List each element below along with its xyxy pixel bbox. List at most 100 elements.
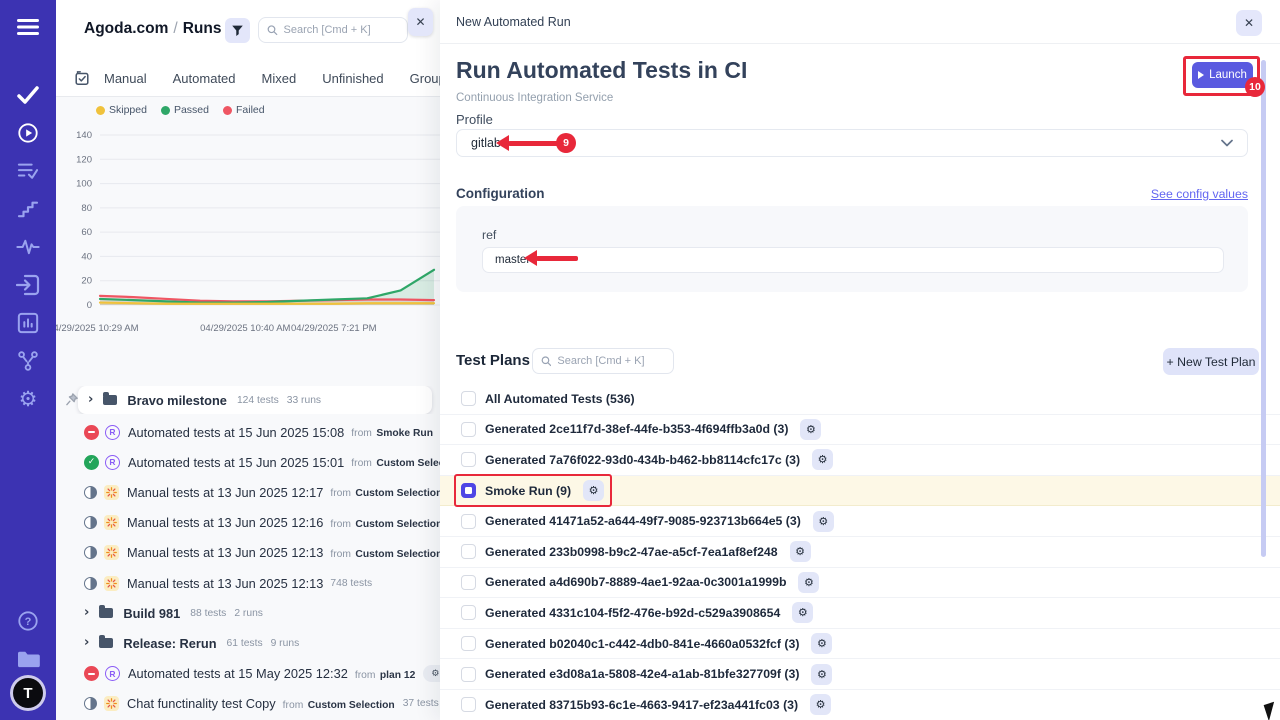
test-plan-row[interactable]: Generated 83715b93-6c1e-4663-9417-ef23a4… [440,690,1280,720]
run-title[interactable]: Chat functinality test Copy [127,696,276,711]
test-plan-label[interactable]: Generated 233b0998-b9c2-47ae-a5cf-7ea1af… [485,545,778,559]
folder-row-content[interactable]: › Build 981 88 tests 2 runs [84,606,271,621]
run-title[interactable]: Manual tests at 13 Jun 2025 12:13 [127,576,323,591]
test-plan-checkbox[interactable] [461,514,476,529]
test-plan-label[interactable]: Generated 4331c104-f5f2-476e-b92d-c529a3… [485,606,780,620]
breadcrumb-project[interactable]: Agoda.com [84,20,168,37]
run-title[interactable]: Manual tests at 13 Jun 2025 12:17 [127,485,323,500]
test-plan-label[interactable]: Generated a4d690b7-8889-4ae1-92aa-0c3001… [485,575,786,589]
profile-select[interactable]: gitlab [456,129,1248,157]
test-plan-row[interactable]: Generated 41471a52-a644-49f7-9085-923713… [440,506,1280,537]
chevron-right-icon[interactable]: › [88,392,93,407]
gear-icon[interactable]: ⚙ [798,572,819,593]
run-title[interactable]: Manual tests at 13 Jun 2025 12:16 [127,515,323,530]
tab[interactable]: Automated [173,71,236,86]
test-plan-checkbox[interactable] [461,422,476,437]
test-plan-checkbox[interactable] [461,483,476,498]
branches-icon[interactable] [0,342,56,380]
gear-icon[interactable]: ⚙ [583,480,604,501]
check-icon[interactable] [0,76,56,114]
gear-icon[interactable]: ⚙ [812,449,833,470]
chevron-right-icon[interactable]: › [84,605,89,620]
test-plan-label[interactable]: Smoke Run (9) [485,484,571,498]
run-row-content[interactable]: R Automated tests at 15 May 2025 12:32 f… [84,665,440,683]
runs-panel-close-button[interactable]: ✕ [408,8,433,36]
run-row[interactable]: Manual tests at 13 Jun 2025 12:17 from C… [56,477,440,507]
ref-input[interactable] [482,247,1224,273]
tab[interactable]: Mixed [262,71,297,86]
runs-search-input[interactable] [284,24,400,36]
test-plan-row[interactable]: Generated b02040c1-c442-4db0-841e-4660a0… [440,629,1280,660]
test-plan-row[interactable]: All Automated Tests (536) [440,384,1280,415]
test-plan-row[interactable]: Generated 233b0998-b9c2-47ae-a5cf-7ea1af… [440,537,1280,568]
run-title[interactable]: Automated tests at 15 Jun 2025 15:01 [128,455,344,470]
run-row-content[interactable]: Manual tests at 13 Jun 2025 12:13 748 te… [84,576,372,591]
test-plan-row[interactable]: Generated 7a76f022-93d0-434b-b462-bb8114… [440,445,1280,476]
folder-name[interactable]: Bravo milestone [127,393,227,408]
run-row[interactable]: R Automated tests at 15 May 2025 12:32 f… [56,659,440,689]
test-plan-label[interactable]: Generated 7a76f022-93d0-434b-b462-bb8114… [485,453,800,467]
test-plan-row[interactable]: Generated 2ce11f7d-38ef-44fe-b353-4f694f… [440,415,1280,446]
tab[interactable]: Groups [410,71,440,86]
gear-icon[interactable]: ⚙ [800,419,821,440]
gear-icon[interactable]: ⚙ [813,511,834,532]
settings-icon[interactable]: ⚙ [0,380,56,418]
filter-button[interactable] [225,18,250,43]
gear-icon[interactable]: ⚙ [790,541,811,562]
test-plan-checkbox[interactable] [461,636,476,651]
test-plan-checkbox[interactable] [461,605,476,620]
test-plan-row[interactable]: Smoke Run (9) ⚙ [440,476,1280,507]
run-row-content[interactable]: Manual tests at 13 Jun 2025 12:13 from C… [84,544,440,562]
new-test-plan-button[interactable]: + New Test Plan [1163,348,1259,375]
run-row[interactable]: Manual tests at 13 Jun 2025 12:13 748 te… [56,568,440,598]
gear-icon[interactable]: ⚙ [811,664,832,685]
test-plan-checkbox[interactable] [461,667,476,682]
run-row-content[interactable]: Manual tests at 13 Jun 2025 12:17 from C… [84,483,440,501]
test-plan-checkbox[interactable] [461,391,476,406]
test-plan-row[interactable]: Generated 4331c104-f5f2-476e-b92d-c529a3… [440,598,1280,629]
help-icon[interactable]: ? [0,602,56,640]
run-title[interactable]: Manual tests at 13 Jun 2025 12:13 [127,545,323,560]
run-title[interactable]: Automated tests at 15 Jun 2025 15:08 [128,425,344,440]
see-config-values-link[interactable]: See config values [1151,187,1248,201]
launch-button[interactable]: Launch [1192,62,1253,88]
test-plan-row[interactable]: Generated a4d690b7-8889-4ae1-92aa-0c3001… [440,568,1280,599]
run-row-content[interactable]: R Automated tests at 15 Jun 2025 15:08 f… [84,423,440,441]
runs-search[interactable] [258,17,408,43]
play-circle-icon[interactable] [0,114,56,152]
test-plan-checkbox[interactable] [461,697,476,712]
tab[interactable]: Manual [104,71,147,86]
run-row-content[interactable]: Chat functinality test Copy from Custom … [84,695,439,713]
run-row[interactable]: › Build 981 88 tests 2 runs [56,598,440,628]
run-row[interactable]: Chat functinality test Copy from Custom … [56,689,440,719]
import-icon[interactable] [0,266,56,304]
folder-row-content[interactable]: › Bravo milestone 124 tests 33 runs [78,386,432,414]
test-plan-label[interactable]: All Automated Tests (536) [485,392,635,406]
folder-name[interactable]: Release: Rerun [123,636,216,651]
chevron-right-icon[interactable]: › [84,635,89,650]
test-plan-label[interactable]: Generated 2ce11f7d-38ef-44fe-b353-4f694f… [485,422,788,436]
test-plan-label[interactable]: Generated 83715b93-6c1e-4663-9417-ef23a4… [485,698,798,712]
run-row[interactable]: Manual tests at 13 Jun 2025 12:16 from C… [56,508,440,538]
test-plans-search[interactable] [532,348,674,374]
gear-icon[interactable]: ⚙ [811,633,832,654]
steps-icon[interactable] [0,190,56,228]
run-list-icon[interactable] [0,152,56,190]
run-row[interactable]: › Bravo milestone 124 tests 33 runs [56,386,440,414]
gear-icon[interactable]: ⚙ [792,602,813,623]
test-plan-checkbox[interactable] [461,452,476,467]
test-chip[interactable]: ⚙ test [423,665,440,682]
run-row[interactable]: R Automated tests at 15 Jun 2025 15:08 f… [56,417,440,447]
test-plan-label[interactable]: Generated 41471a52-a644-49f7-9085-923713… [485,514,801,528]
run-row[interactable]: › Release: Rerun 61 tests 9 runs [56,628,440,658]
gear-icon[interactable]: ⚙ [810,694,831,715]
drawer-scrollbar[interactable] [1261,60,1266,557]
run-row-content[interactable]: Manual tests at 13 Jun 2025 12:16 from C… [84,514,440,532]
folder-row-content[interactable]: › Release: Rerun 61 tests 9 runs [84,636,307,651]
logo-t[interactable]: T [13,678,43,708]
tab[interactable]: Unfinished [322,71,383,86]
test-plan-row[interactable]: Generated e3d08a1a-5808-42e4-a1ab-81bfe3… [440,659,1280,690]
test-plan-label[interactable]: Generated e3d08a1a-5808-42e4-a1ab-81bfe3… [485,667,799,681]
run-row[interactable]: ✓ R Automated tests at 15 Jun 2025 15:01… [56,447,440,477]
run-row-content[interactable]: ✓ R Automated tests at 15 Jun 2025 15:01… [84,453,440,471]
